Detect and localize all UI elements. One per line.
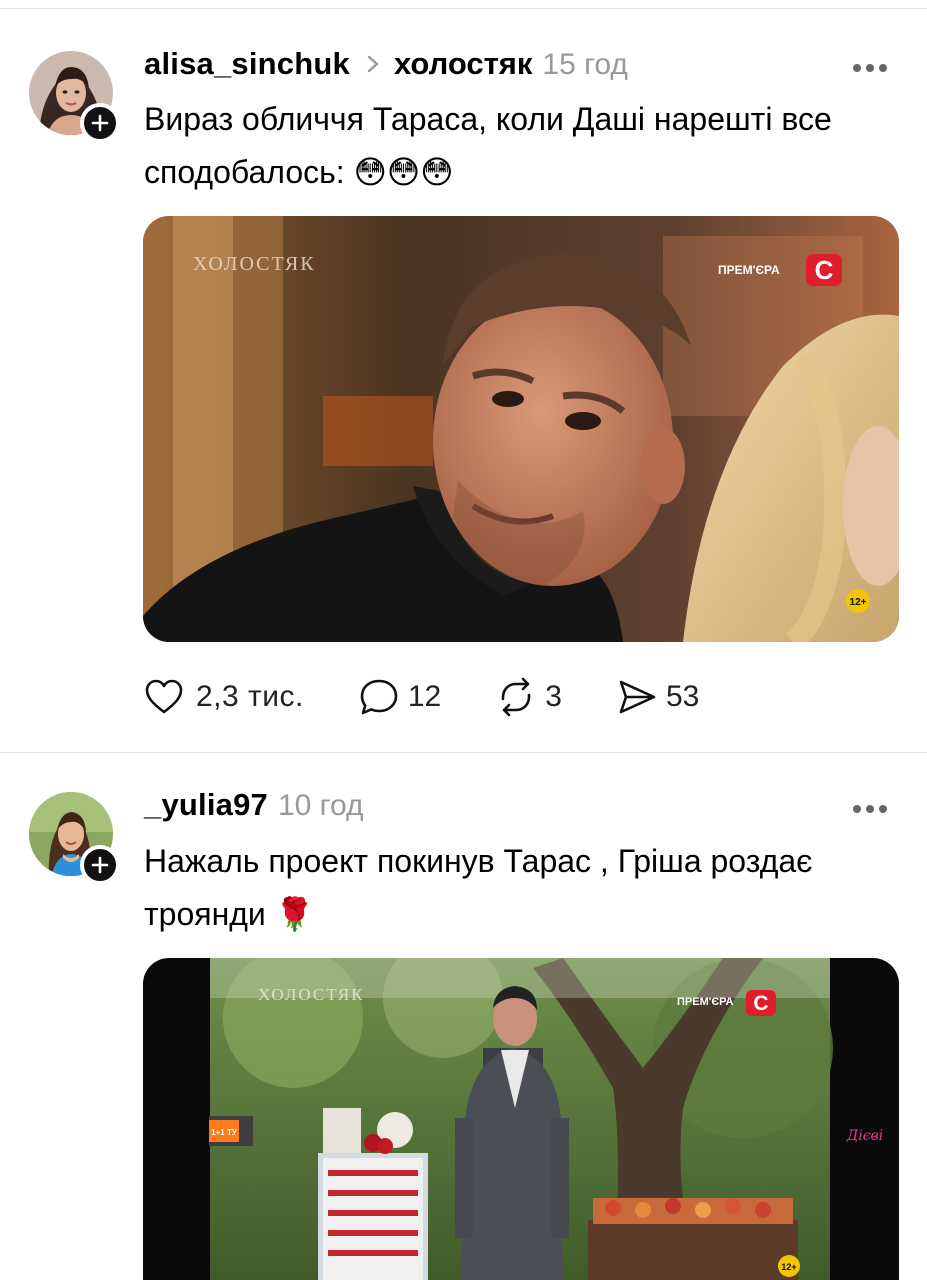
comment-icon: [360, 679, 398, 715]
post-time: 10 год: [277, 789, 364, 822]
post-text: Вираз обличчя Тараса, коли Даші нарешті …: [144, 101, 832, 190]
post-header: alisa_sinchuk холостяк 15 год: [144, 46, 628, 82]
post-image[interactable]: ХОЛОСТЯК ПРЕМ'ЄРА С 1+1 ТУ Дієві 12+: [143, 958, 899, 1280]
thread-post[interactable]: _yulia97 10 год Нажаль проект покинув Та…: [0, 753, 927, 1280]
like-count: 2,3 тис.: [196, 680, 304, 713]
topic-tag[interactable]: холостяк: [394, 46, 532, 82]
plus-icon: [91, 856, 109, 874]
more-icon[interactable]: [853, 805, 887, 813]
premiere-label: ПРЕМ'ЄРА: [677, 996, 734, 1008]
sponsor-right-logo: Дієві: [846, 1128, 883, 1144]
age-rating: 12+: [850, 597, 867, 608]
share-count: 53: [665, 680, 700, 713]
like-button[interactable]: 2,3 тис.: [144, 678, 304, 716]
sponsor-left-logo: 1+1 ТУ: [211, 1128, 238, 1137]
username[interactable]: _yulia97: [144, 787, 268, 823]
share-icon: [619, 680, 656, 714]
username[interactable]: alisa_sinchuk: [144, 46, 350, 82]
post-time: 15 год: [542, 48, 628, 81]
comment-button[interactable]: 12: [358, 677, 441, 717]
thread-post[interactable]: alisa_sinchuk холостяк 15 год Вираз обли…: [0, 0, 927, 752]
show-logo: ХОЛОСТЯК: [258, 985, 365, 1004]
follow-button[interactable]: [80, 845, 120, 885]
post-header: _yulia97 10 год: [144, 787, 364, 823]
comment-count: 12: [407, 680, 442, 713]
repost-button[interactable]: 3: [495, 677, 562, 717]
show-logo: ХОЛОСТЯК: [193, 253, 316, 275]
svg-text:С: С: [815, 255, 834, 285]
heart-icon: [145, 679, 183, 714]
chevron-right-icon: [367, 55, 379, 73]
svg-text:С: С: [753, 992, 768, 1015]
age-rating: 12+: [781, 1262, 796, 1272]
post-actions: 2,3 тис. 12 3 53: [144, 672, 753, 722]
more-icon[interactable]: [853, 64, 887, 72]
repost-count: 3: [545, 680, 562, 713]
plus-icon: [91, 114, 109, 132]
post-image[interactable]: ХОЛОСТЯК ПРЕМ'ЄРА С 12+: [143, 216, 899, 642]
repost-icon: [501, 677, 531, 717]
post-text: Нажаль проект покинув Тарас , Гріша розд…: [144, 843, 813, 932]
follow-button[interactable]: [80, 103, 120, 143]
share-button[interactable]: 53: [616, 677, 699, 717]
premiere-label: ПРЕМ'ЄРА: [718, 263, 780, 277]
